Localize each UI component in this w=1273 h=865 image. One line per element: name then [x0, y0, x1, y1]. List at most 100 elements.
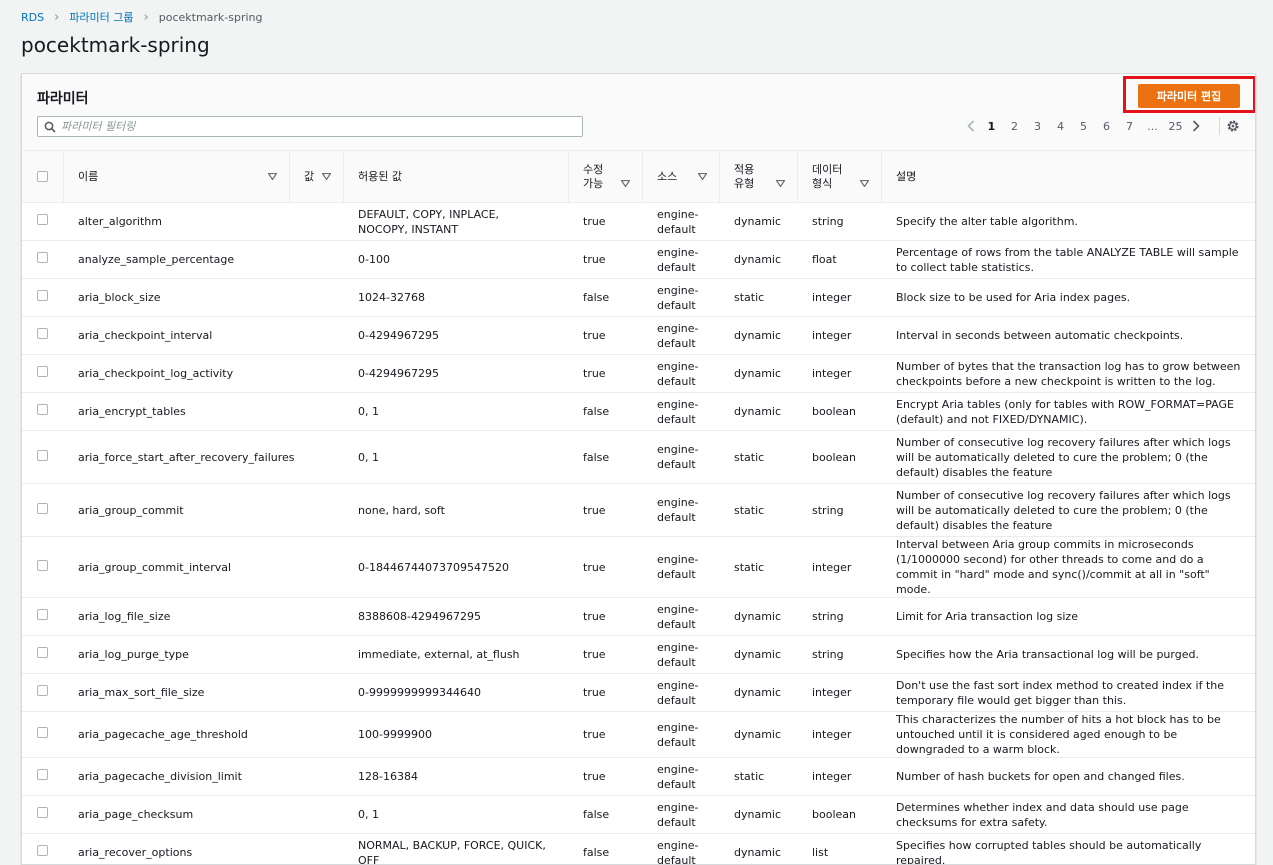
- parameter-filter-input[interactable]: [61, 120, 561, 133]
- apply-type-value: dynamic: [720, 712, 798, 758]
- source-value: engine-default: [643, 674, 720, 712]
- row-checkbox[interactable]: [37, 290, 48, 301]
- row-checkbox[interactable]: [37, 503, 48, 514]
- table-row[interactable]: aria_group_commitnone, hard, softtrueeng…: [22, 484, 1255, 537]
- table-row[interactable]: aria_encrypt_tables0, 1falseengine-defau…: [22, 393, 1255, 431]
- panel-title: 파라미터: [37, 88, 89, 108]
- apply-type-value: dynamic: [720, 834, 798, 865]
- search-box: [37, 116, 583, 137]
- row-checkbox[interactable]: [37, 609, 48, 620]
- parameter-name: aria_log_purge_type: [64, 636, 290, 674]
- data-type-value: list: [798, 834, 882, 865]
- table-row[interactable]: aria_force_start_after_recovery_failures…: [22, 431, 1255, 484]
- row-checkbox[interactable]: [37, 647, 48, 658]
- column-name[interactable]: 이름: [64, 151, 290, 203]
- source-value: engine-default: [643, 317, 720, 355]
- page-number-6[interactable]: 6: [1095, 120, 1118, 133]
- source-value: engine-default: [643, 393, 720, 431]
- previous-page-button[interactable]: [964, 118, 978, 134]
- description-value: This characterizes the number of hits a …: [882, 712, 1255, 758]
- row-select-cell: [22, 279, 64, 317]
- table-row[interactable]: aria_checkpoint_interval0-4294967295true…: [22, 317, 1255, 355]
- row-checkbox[interactable]: [37, 366, 48, 377]
- parameter-value: [290, 537, 344, 598]
- page-number-2[interactable]: 2: [1003, 120, 1026, 133]
- apply-type-value: dynamic: [720, 796, 798, 834]
- page-number-3[interactable]: 3: [1026, 120, 1049, 133]
- row-checkbox[interactable]: [37, 214, 48, 225]
- modifiable-value: true: [569, 636, 643, 674]
- allowed-values: 0, 1: [344, 393, 569, 431]
- table-row[interactable]: analyze_sample_percentage0-100trueengine…: [22, 241, 1255, 279]
- page-number-5[interactable]: 5: [1072, 120, 1095, 133]
- table-row[interactable]: aria_pagecache_division_limit128-16384tr…: [22, 758, 1255, 796]
- chevron-right-icon: ›: [144, 12, 149, 23]
- allowed-values: 1024-32768: [344, 279, 569, 317]
- next-page-button[interactable]: [1189, 118, 1203, 134]
- table-row[interactable]: aria_checkpoint_log_activity0-4294967295…: [22, 355, 1255, 393]
- breadcrumb-rds-link[interactable]: RDS: [21, 11, 44, 24]
- row-checkbox[interactable]: [37, 727, 48, 738]
- chevron-right-icon: ›: [54, 12, 59, 23]
- row-checkbox[interactable]: [37, 769, 48, 780]
- select-all-checkbox[interactable]: [37, 171, 48, 182]
- page-number-1[interactable]: 1: [980, 120, 1003, 133]
- breadcrumb-parameter-groups-link[interactable]: 파라미터 그룹: [69, 9, 133, 25]
- row-checkbox[interactable]: [37, 404, 48, 415]
- column-modifiable[interactable]: 수정가능: [569, 151, 643, 203]
- row-checkbox[interactable]: [37, 328, 48, 339]
- modifiable-value: true: [569, 317, 643, 355]
- parameter-value: [290, 796, 344, 834]
- column-apply-type[interactable]: 적용유형: [720, 151, 798, 203]
- column-value[interactable]: 값: [290, 151, 344, 203]
- row-checkbox[interactable]: [37, 685, 48, 696]
- edit-parameters-button[interactable]: 파라미터 편집: [1138, 84, 1240, 108]
- column-data-type[interactable]: 데이터형식: [798, 151, 882, 203]
- page-number-4[interactable]: 4: [1049, 120, 1072, 133]
- table-row[interactable]: aria_recover_optionsNORMAL, BACKUP, FORC…: [22, 834, 1255, 865]
- allowed-values: 0, 1: [344, 431, 569, 484]
- row-checkbox[interactable]: [37, 560, 48, 571]
- source-value: engine-default: [643, 355, 720, 393]
- table-row[interactable]: alter_algorithmDEFAULT, COPY, INPLACE, N…: [22, 203, 1255, 241]
- row-checkbox[interactable]: [37, 450, 48, 461]
- description-value: Number of consecutive log recovery failu…: [882, 484, 1255, 537]
- table-row[interactable]: aria_block_size1024-32768falseengine-def…: [22, 279, 1255, 317]
- pagination-divider: [1219, 117, 1220, 135]
- allowed-values: 0, 1: [344, 796, 569, 834]
- modifiable-value: true: [569, 537, 643, 598]
- row-select-cell: [22, 393, 64, 431]
- parameter-value: [290, 834, 344, 865]
- data-type-value: boolean: [798, 796, 882, 834]
- table-row[interactable]: aria_pagecache_age_threshold100-9999900t…: [22, 712, 1255, 758]
- row-select-cell: [22, 712, 64, 758]
- parameter-name: alter_algorithm: [64, 203, 290, 241]
- column-allowed-values: 허용된 값: [344, 151, 569, 203]
- table-row[interactable]: aria_log_purge_typeimmediate, external, …: [22, 636, 1255, 674]
- modifiable-value: false: [569, 279, 643, 317]
- column-source[interactable]: 소스: [643, 151, 720, 203]
- apply-type-value: static: [720, 537, 798, 598]
- table-row[interactable]: aria_group_commit_interval0-184467440737…: [22, 537, 1255, 598]
- table-row[interactable]: aria_log_file_size8388608-4294967295true…: [22, 598, 1255, 636]
- source-value: engine-default: [643, 712, 720, 758]
- data-type-value: string: [798, 203, 882, 241]
- data-type-value: string: [798, 598, 882, 636]
- parameter-value: [290, 674, 344, 712]
- allowed-values: 0-4294967295: [344, 317, 569, 355]
- apply-type-value: static: [720, 484, 798, 537]
- page-number-7[interactable]: 7: [1118, 120, 1141, 133]
- source-value: engine-default: [643, 796, 720, 834]
- page-number-25[interactable]: 25: [1164, 120, 1187, 133]
- row-checkbox[interactable]: [37, 807, 48, 818]
- table-row[interactable]: aria_max_sort_file_size0-999999999934464…: [22, 674, 1255, 712]
- gear-icon[interactable]: [1226, 119, 1240, 133]
- row-checkbox[interactable]: [37, 252, 48, 263]
- data-type-value: integer: [798, 537, 882, 598]
- parameter-name: aria_encrypt_tables: [64, 393, 290, 431]
- parameter-name: aria_max_sort_file_size: [64, 674, 290, 712]
- parameter-name: aria_pagecache_age_threshold: [64, 712, 290, 758]
- sort-caret-icon: [776, 180, 785, 187]
- description-value: Number of hash buckets for open and chan…: [882, 758, 1255, 796]
- table-row[interactable]: aria_page_checksum0, 1falseengine-defaul…: [22, 796, 1255, 834]
